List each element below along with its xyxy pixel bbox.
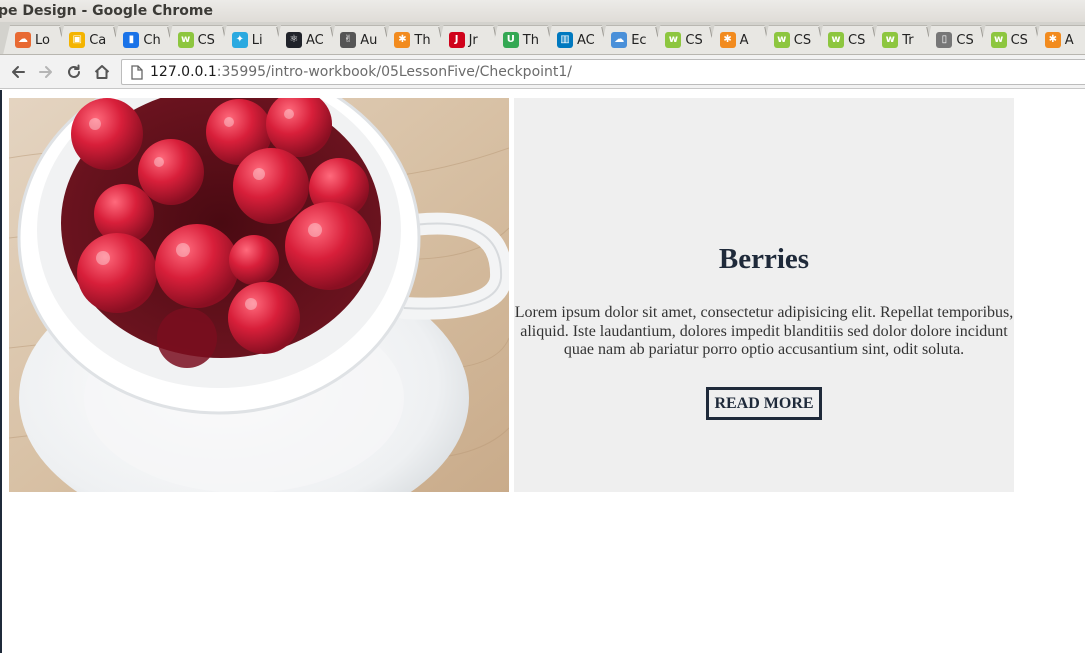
page-icon bbox=[131, 65, 143, 80]
tab-strip: ☁ Lo ▣ Ca ▮ Ch w CS ✦ Li ⚛ AC ✌ Au ✱ Th J Jr U Th ▥ AC ☁ Ec w CS ✱… bbox=[0, 22, 1085, 55]
browser-tab[interactable]: w CS bbox=[166, 25, 226, 54]
tab-label: Li bbox=[251, 32, 263, 48]
address-url[interactable]: 127.0.0.1:35995/intro-workbook/05LessonF… bbox=[150, 64, 572, 80]
window-titlebar: pe Design - Google Chrome bbox=[0, 0, 1085, 22]
page-viewport: Berries Lorem ipsum dolor sit amet, cons… bbox=[0, 90, 1085, 653]
browser-tab[interactable]: ▥ AC bbox=[545, 25, 605, 54]
url-host: 127.0.0.1 bbox=[150, 64, 217, 80]
asterisk-icon: ✱ bbox=[394, 32, 411, 48]
browser-tab[interactable]: J Jr bbox=[437, 25, 497, 54]
w3-icon: w bbox=[882, 32, 899, 48]
browser-tab[interactable]: ✦ Li bbox=[220, 25, 280, 54]
window-edge bbox=[0, 90, 2, 653]
network-icon: ✦ bbox=[231, 32, 248, 48]
tab-label: A bbox=[739, 32, 749, 48]
u-icon: U bbox=[502, 32, 519, 48]
browser-tab[interactable]: w CS bbox=[979, 25, 1039, 54]
bookmark-icon: ▮ bbox=[123, 32, 140, 48]
browser-tab[interactable]: ⚛ AC bbox=[274, 25, 334, 54]
back-arrow-icon bbox=[12, 66, 25, 78]
read-more-button[interactable]: READ MORE bbox=[706, 387, 822, 420]
cloud-icon: ☁ bbox=[15, 32, 31, 48]
w3-icon: w bbox=[990, 32, 1007, 48]
card-description: Lorem ipsum dolor sit amet, consectetur … bbox=[514, 304, 1014, 358]
browser-tab[interactable]: ▮ Ch bbox=[111, 25, 172, 54]
reload-button[interactable] bbox=[63, 61, 85, 83]
back-button[interactable] bbox=[7, 61, 29, 83]
w3-icon: w bbox=[177, 32, 194, 48]
browser-tab[interactable]: ▣ Ca bbox=[57, 25, 118, 54]
tab-label: AC bbox=[577, 32, 595, 48]
reload-icon bbox=[68, 64, 80, 78]
tab-label: CS bbox=[1010, 32, 1028, 48]
page-icon: ▯ bbox=[936, 32, 953, 48]
tab-label: Ca bbox=[89, 32, 107, 48]
tab-label: CS bbox=[197, 32, 215, 48]
tab-label: Th bbox=[522, 32, 539, 48]
calendar-icon: ▣ bbox=[69, 32, 86, 48]
home-button[interactable] bbox=[91, 61, 113, 83]
tab-label: Lo bbox=[35, 32, 50, 48]
berries-image bbox=[9, 98, 509, 492]
browser-tab[interactable]: ▯ CS bbox=[924, 25, 985, 54]
card-content: Berries Lorem ipsum dolor sit amet, cons… bbox=[514, 98, 1014, 492]
browser-tab[interactable]: ✱ A bbox=[708, 25, 768, 54]
browser-tab[interactable]: w CS bbox=[653, 25, 714, 54]
browser-tab[interactable]: ☁ Lo bbox=[3, 25, 63, 54]
peace-hand-icon: ✌ bbox=[340, 32, 357, 48]
browser-tab[interactable]: ✱ Th bbox=[382, 25, 443, 54]
browser-toolbar: 127.0.0.1:35995/intro-workbook/05LessonF… bbox=[0, 55, 1085, 89]
w3-icon: w bbox=[828, 32, 844, 48]
jira-icon: J bbox=[448, 32, 465, 48]
asterisk-icon: ✱ bbox=[719, 32, 736, 48]
address-bar[interactable]: 127.0.0.1:35995/intro-workbook/05LessonF… bbox=[121, 59, 1085, 85]
w3-icon: w bbox=[773, 32, 790, 48]
card-title: Berries bbox=[718, 243, 810, 275]
browser-tab[interactable]: ✌ Au bbox=[328, 25, 389, 54]
tab-label: CS bbox=[848, 32, 866, 48]
url-path: :35995/intro-workbook/05LessonFive/Check… bbox=[216, 64, 573, 80]
tab-label: Au bbox=[360, 32, 378, 48]
browser-tab[interactable]: ☁ Ec bbox=[599, 25, 660, 54]
tab-label: Ch bbox=[143, 32, 161, 48]
asterisk-icon: ✱ bbox=[1044, 32, 1061, 48]
raspberries-cup-photo bbox=[9, 98, 509, 492]
tab-label: Ec bbox=[631, 32, 647, 48]
tab-label: A bbox=[1064, 32, 1074, 48]
w3-icon: w bbox=[665, 32, 682, 48]
forward-arrow-icon bbox=[39, 66, 52, 78]
browser-tab[interactable]: ✱ A bbox=[1033, 25, 1085, 54]
tab-label: Tr bbox=[902, 32, 914, 48]
react-icon: ⚛ bbox=[286, 32, 302, 48]
window-title: pe Design - Google Chrome bbox=[0, 3, 213, 19]
browser-tab[interactable]: U Th bbox=[491, 25, 551, 54]
tab-label: CS bbox=[793, 32, 812, 48]
tab-label: CS bbox=[956, 32, 974, 48]
home-icon bbox=[94, 65, 110, 79]
browser-tab[interactable]: w Tr bbox=[870, 25, 931, 54]
tab-label: AC bbox=[306, 32, 324, 48]
trello-icon: ▥ bbox=[557, 32, 573, 48]
tab-label: Th bbox=[414, 32, 431, 48]
tab-label: CS bbox=[685, 32, 703, 48]
browser-tab[interactable]: w CS bbox=[816, 25, 876, 54]
tab-label: Jr bbox=[468, 32, 478, 48]
cloud-outline-icon: ☁ bbox=[611, 32, 628, 48]
browser-tab[interactable]: w CS bbox=[762, 25, 822, 54]
forward-button[interactable] bbox=[35, 61, 57, 83]
